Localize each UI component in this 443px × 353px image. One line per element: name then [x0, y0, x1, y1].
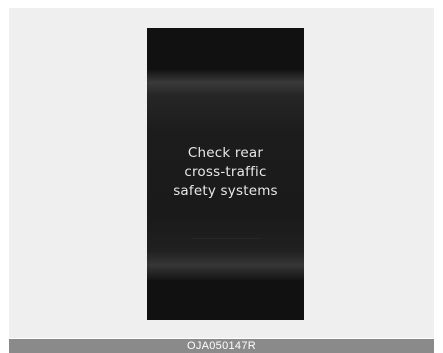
- warning-message-line-1: Check rear: [187, 145, 264, 161]
- warning-message-line-3: safety systems: [173, 183, 278, 199]
- figure-code: OJA050147R: [186, 340, 257, 352]
- warning-message-line-2: cross-traffic: [184, 164, 267, 180]
- figure-caption-bar: OJA050147R: [9, 339, 434, 353]
- warning-message: Check rear cross-traffic safety systems: [147, 144, 304, 201]
- display-faint-divider: [191, 238, 261, 239]
- cluster-display-screen: Check rear cross-traffic safety systems: [147, 28, 304, 320]
